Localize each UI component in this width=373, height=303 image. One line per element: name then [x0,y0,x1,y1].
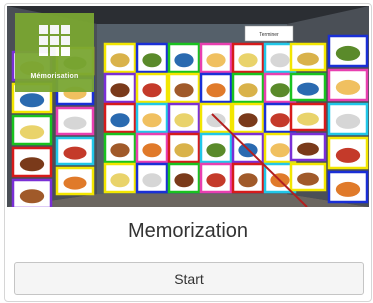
memorization-card: Terminer Mémorisation Memorization Start [4,3,372,302]
grid-icon [39,25,70,56]
category-badge: Mémorisation [15,13,94,92]
screen-button-label: Terminer [259,32,279,38]
scene-thumbnail[interactable]: Terminer Mémorisation [7,6,369,207]
start-button[interactable]: Start [14,262,364,295]
badge-label: Mémorisation [30,73,79,80]
card-title: Memorization [127,220,249,242]
